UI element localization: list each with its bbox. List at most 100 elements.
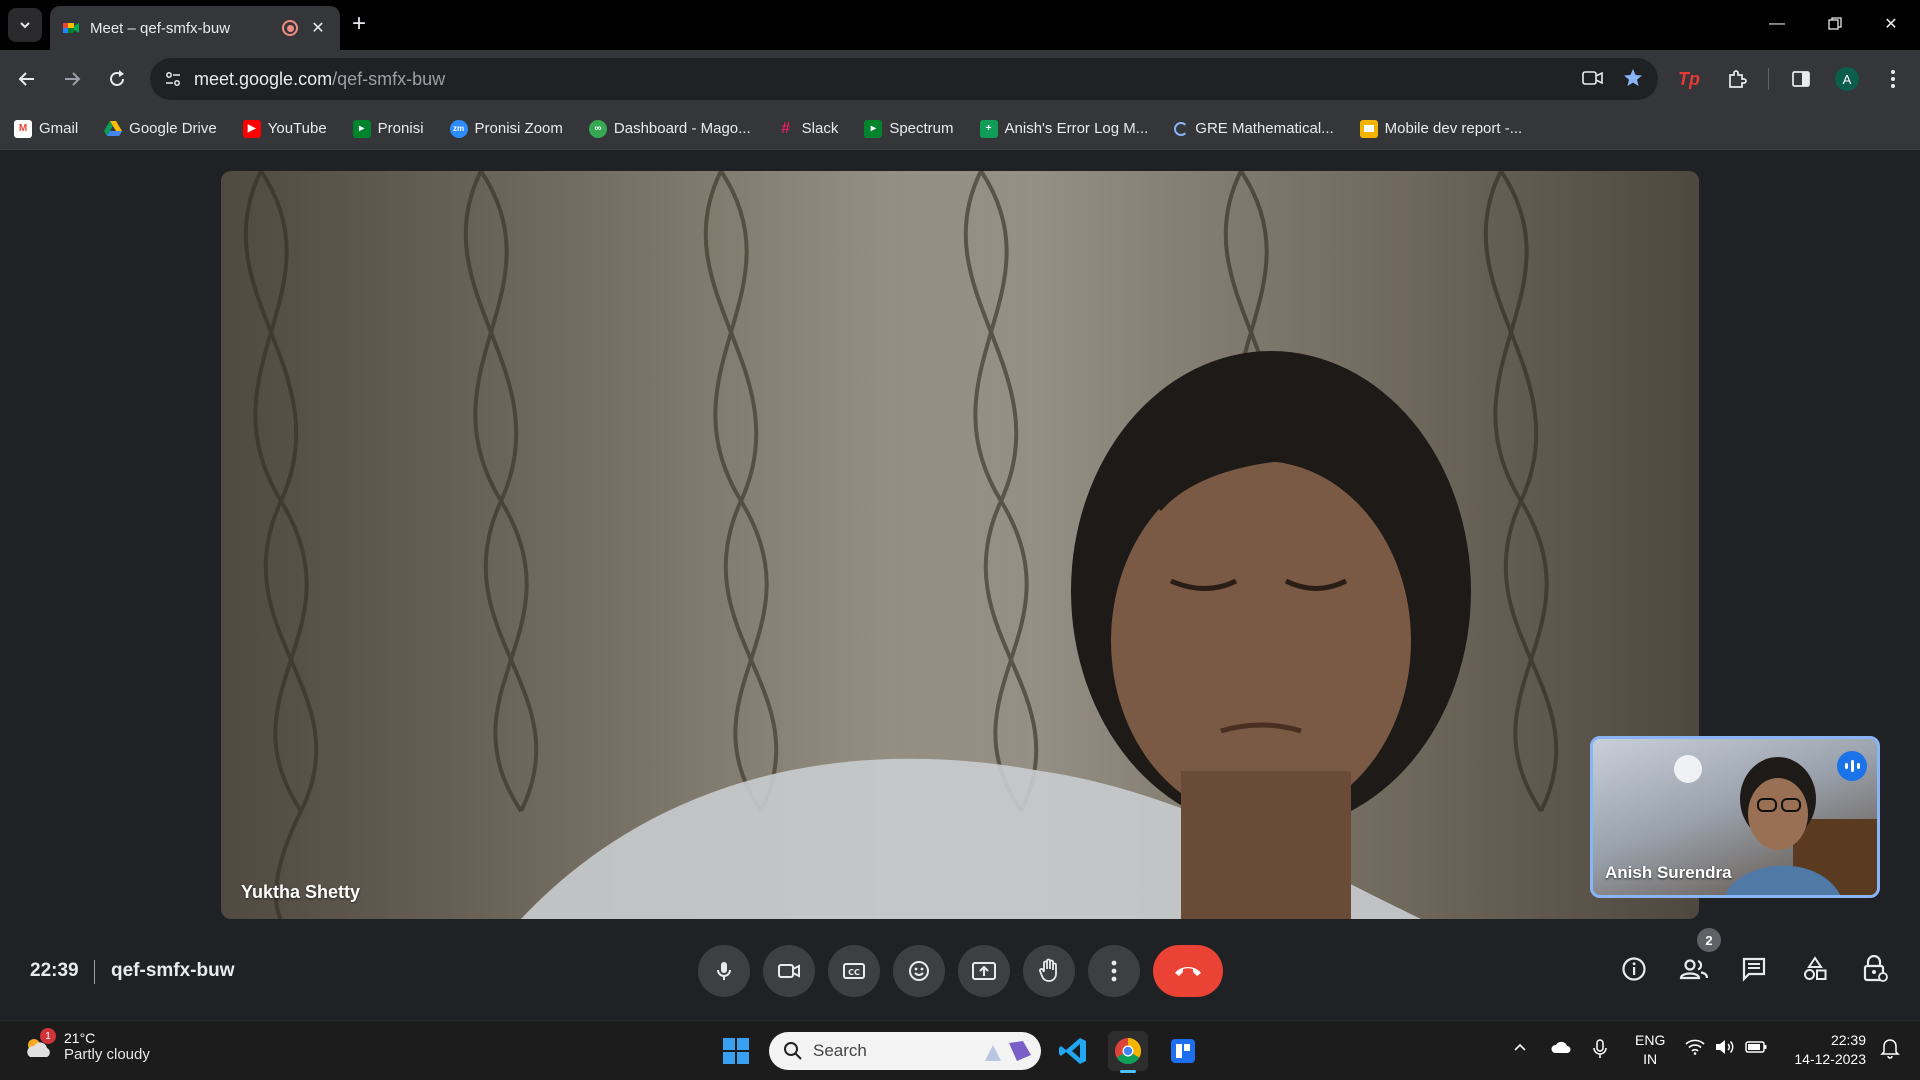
region-code: IN	[1643, 1051, 1658, 1067]
bookmark-slack[interactable]: # Slack	[777, 119, 838, 138]
app-taskbar-button[interactable]	[1163, 1031, 1203, 1071]
address-bar[interactable]: meet.google.com/qef-smfx-buw	[150, 58, 1658, 100]
profile-button[interactable]: A	[1830, 62, 1864, 96]
reactions-button[interactable]	[893, 945, 945, 997]
reload-button[interactable]	[100, 62, 134, 96]
url-text: meet.google.com/qef-smfx-buw	[194, 68, 446, 89]
clock-date: 14-12-2023	[1794, 1051, 1866, 1067]
host-controls-button[interactable]	[1853, 947, 1897, 991]
meet-icon: ▸	[864, 119, 883, 138]
chrome-taskbar-button[interactable]	[1108, 1031, 1148, 1073]
hand-icon	[1039, 958, 1057, 982]
show-hidden-icons-button[interactable]	[1512, 1039, 1528, 1058]
vscode-icon	[1059, 1038, 1086, 1064]
camera-in-use-icon[interactable]	[1582, 69, 1604, 87]
main-video-tile[interactable]: Yuktha Shetty	[221, 171, 1699, 919]
self-video-tile[interactable]: Anish Surendra	[1590, 736, 1880, 898]
bookmark-youtube[interactable]: ▶ YouTube	[242, 119, 327, 138]
raise-hand-button[interactable]	[1023, 945, 1075, 997]
chat-button[interactable]	[1732, 947, 1776, 991]
search-highlight-icon	[985, 1041, 1031, 1061]
bookmark-google-drive[interactable]: Google Drive	[104, 120, 217, 138]
extension-button[interactable]: Tp	[1672, 62, 1706, 96]
bookmark-mobile-dev-report[interactable]: Mobile dev report -...	[1359, 119, 1522, 138]
more-vert-icon	[1111, 960, 1117, 982]
weather-badge: 1	[40, 1028, 56, 1044]
microphone-button[interactable]	[698, 945, 750, 997]
slack-icon: #	[781, 119, 791, 137]
weather-widget[interactable]: 1 21°C Partly cloudy	[22, 1028, 150, 1063]
clock-time: 22:39	[1830, 1032, 1866, 1048]
bookmark-gre[interactable]: GRE Mathematical...	[1174, 120, 1334, 137]
closed-captions-icon: CC	[843, 963, 865, 979]
leave-call-button[interactable]	[1153, 945, 1223, 997]
captions-button[interactable]: CC	[828, 945, 880, 997]
new-tab-button[interactable]: +	[352, 10, 366, 38]
minimize-button[interactable]: —	[1748, 0, 1806, 48]
windows-icon	[723, 1038, 749, 1064]
info-icon	[1622, 957, 1646, 981]
tab-title: Meet – qef-smfx-buw	[90, 19, 231, 37]
side-panel-icon	[1792, 71, 1810, 87]
temperature: 21°C	[64, 1030, 96, 1046]
bookmark-dashboard[interactable]: ∞ Dashboard - Mago...	[588, 119, 751, 138]
arrow-left-icon	[18, 72, 34, 86]
search-placeholder: Search	[813, 1041, 867, 1060]
bookmark-gmail[interactable]: M Gmail	[14, 119, 78, 138]
meet-icon: ▸	[352, 119, 371, 138]
people-button[interactable]	[1672, 947, 1716, 991]
browser-toolbar: meet.google.com/qef-smfx-buw Tp A	[0, 50, 1920, 108]
microphone-in-use-button[interactable]	[1592, 1039, 1608, 1062]
onedrive-button[interactable]	[1550, 1039, 1572, 1058]
activities-button[interactable]	[1793, 947, 1837, 991]
bookmark-pronisi-zoom[interactable]: zm Pronisi Zoom	[449, 119, 563, 138]
app-tiles-icon	[1171, 1039, 1195, 1063]
language-code: ENG	[1635, 1032, 1666, 1048]
restore-button[interactable]	[1806, 0, 1864, 48]
bookmark-star-icon[interactable]	[1622, 67, 1644, 89]
vscode-taskbar-button[interactable]	[1053, 1031, 1093, 1071]
dashboard-icon: ∞	[588, 119, 607, 138]
system-clock[interactable]: 22:39 14-12-2023	[1786, 1031, 1866, 1069]
activities-icon	[1804, 956, 1827, 980]
close-window-button[interactable]: ✕	[1862, 0, 1920, 48]
meeting-code: qef-smfx-buw	[111, 960, 235, 981]
tab-search-button[interactable]	[8, 8, 42, 42]
svg-text:CC: CC	[848, 968, 860, 977]
forward-button[interactable]	[55, 62, 89, 96]
people-icon	[1679, 959, 1709, 980]
close-tab-icon[interactable]: ✕	[308, 18, 328, 38]
bookmark-error-log[interactable]: + Anish's Error Log M...	[979, 119, 1148, 138]
present-to-all-icon	[972, 962, 996, 980]
chrome-menu-button[interactable]	[1876, 62, 1910, 96]
site-settings-icon[interactable]	[164, 70, 182, 88]
active-tab[interactable]: Meet – qef-smfx-buw ✕	[50, 6, 340, 50]
lock-person-icon	[1863, 955, 1888, 982]
youtube-icon: ▶	[242, 119, 261, 138]
input-language[interactable]: ENG IN	[1635, 1031, 1665, 1069]
taskbar-search[interactable]: Search	[769, 1032, 1041, 1070]
quick-settings-button[interactable]	[1685, 1039, 1767, 1055]
loading-icon	[1174, 121, 1189, 136]
notifications-button[interactable]	[1880, 1037, 1900, 1062]
recording-indicator-icon	[282, 20, 298, 36]
chevron-down-icon	[20, 22, 30, 29]
meeting-clock: 22:39	[30, 960, 79, 981]
call-end-icon	[1175, 967, 1201, 976]
self-participant-name: Anish Surendra	[1605, 863, 1732, 882]
present-screen-button[interactable]	[958, 945, 1010, 997]
start-button[interactable]	[716, 1031, 756, 1071]
back-button[interactable]	[10, 62, 44, 96]
meeting-details-button[interactable]	[1612, 947, 1656, 991]
weather-condition: Partly cloudy	[64, 1046, 150, 1063]
extensions-menu-button[interactable]	[1720, 62, 1754, 96]
chat-icon	[1742, 957, 1766, 982]
extension-label: Tp	[1678, 68, 1700, 89]
side-panel-button[interactable]	[1784, 62, 1818, 96]
bookmark-spectrum[interactable]: ▸ Spectrum	[864, 119, 954, 138]
cloud-icon	[1551, 1041, 1571, 1053]
camera-button[interactable]	[763, 945, 815, 997]
reload-icon	[110, 70, 124, 86]
more-options-button[interactable]	[1088, 945, 1140, 997]
bookmark-pronisi[interactable]: ▸ Pronisi	[352, 119, 424, 138]
